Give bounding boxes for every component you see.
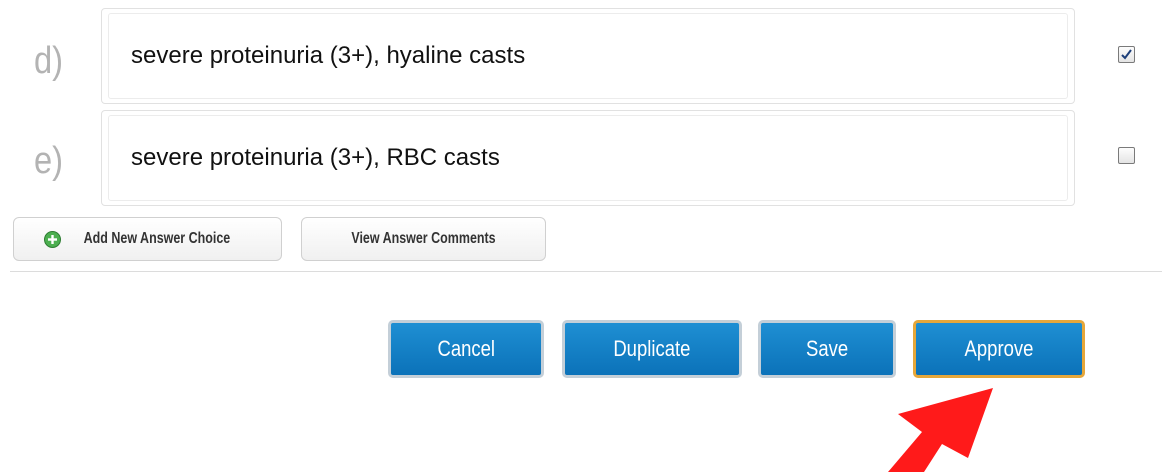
annotation-arrow-icon xyxy=(888,388,993,472)
section-divider xyxy=(10,271,1162,272)
approve-button-label: Approve xyxy=(964,336,1034,361)
duplicate-button[interactable]: Duplicate xyxy=(562,320,742,378)
choice-letter-d: d) xyxy=(34,40,64,82)
save-button[interactable]: Save xyxy=(758,320,896,378)
save-button-label: Save xyxy=(805,336,849,361)
correct-answer-checkbox-e[interactable] xyxy=(1118,147,1135,164)
view-answer-comments-label: View Answer Comments xyxy=(351,230,496,247)
answer-choice-e-text: severe proteinuria (3+), RBC casts xyxy=(131,144,500,171)
answer-choice-d-field[interactable]: severe proteinuria (3+), hyaline casts xyxy=(108,13,1068,99)
duplicate-button-label: Duplicate xyxy=(613,336,691,361)
correct-answer-checkbox-d[interactable] xyxy=(1118,46,1135,63)
answer-choice-e-field[interactable]: severe proteinuria (3+), RBC casts xyxy=(108,115,1068,201)
answer-choice-d-box[interactable]: severe proteinuria (3+), hyaline casts xyxy=(101,8,1075,104)
add-answer-choice-label: Add New Answer Choice xyxy=(83,230,231,247)
answer-choice-row-d: d) severe proteinuria (3+), hyaline cast… xyxy=(0,8,1162,104)
plus-circle-icon xyxy=(44,230,62,248)
checkmark-icon xyxy=(1121,49,1132,60)
answer-choice-row-e: e) severe proteinuria (3+), RBC casts xyxy=(0,110,1162,206)
add-answer-choice-button[interactable]: Add New Answer Choice xyxy=(13,217,282,261)
approve-button[interactable]: Approve xyxy=(913,320,1085,378)
cancel-button-label: Cancel xyxy=(437,336,495,361)
view-answer-comments-button[interactable]: View Answer Comments xyxy=(301,217,546,261)
answer-choice-e-box[interactable]: severe proteinuria (3+), RBC casts xyxy=(101,110,1075,206)
choice-letter-e: e) xyxy=(34,140,64,182)
cancel-button[interactable]: Cancel xyxy=(388,320,544,378)
answer-choice-d-text: severe proteinuria (3+), hyaline casts xyxy=(131,42,526,69)
